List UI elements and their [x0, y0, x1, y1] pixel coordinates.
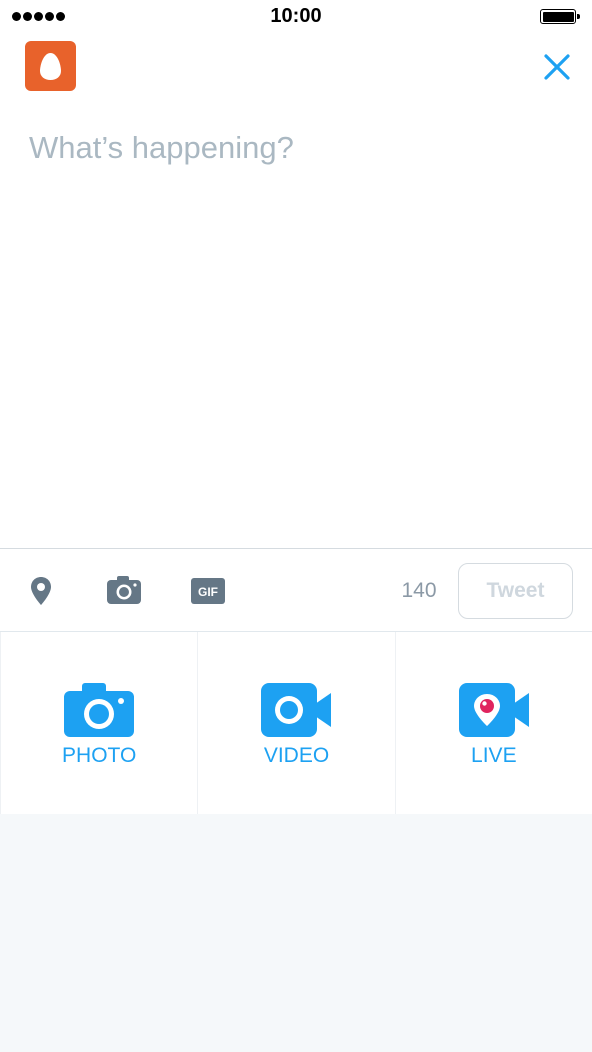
status-bar: 10:00 — [0, 0, 592, 34]
status-time: 10:00 — [270, 5, 322, 27]
live-broadcast-icon — [458, 683, 529, 737]
avatar[interactable] — [25, 41, 76, 91]
keyboard-placeholder-area — [0, 814, 592, 1052]
gif-label: GIF — [198, 585, 218, 599]
battery-icon — [540, 9, 580, 24]
photo-camera-icon — [64, 683, 135, 737]
gif-button[interactable]: GIF — [190, 577, 226, 610]
compose-toolbar: GIF 140 Tweet — [0, 548, 592, 632]
video-camera-icon — [261, 683, 332, 737]
media-options: PHOTO VIDEO LIVE — [0, 632, 592, 814]
close-button[interactable] — [540, 50, 574, 84]
video-option[interactable]: VIDEO — [198, 632, 396, 814]
character-counter: 140 — [401, 579, 437, 602]
location-button[interactable] — [28, 575, 54, 612]
egg-avatar-icon — [40, 53, 61, 80]
tweet-compose-input[interactable] — [29, 130, 569, 530]
tweet-button[interactable]: Tweet — [458, 563, 573, 619]
camera-icon — [107, 576, 141, 604]
photo-label: PHOTO — [62, 744, 137, 767]
photo-option[interactable]: PHOTO — [0, 632, 199, 814]
gif-icon: GIF — [191, 578, 225, 604]
live-option[interactable]: LIVE — [395, 632, 592, 814]
camera-button[interactable] — [106, 575, 142, 610]
video-label: VIDEO — [263, 744, 330, 767]
location-pin-icon — [31, 577, 51, 605]
live-label: LIVE — [471, 744, 517, 767]
close-icon — [544, 54, 570, 80]
